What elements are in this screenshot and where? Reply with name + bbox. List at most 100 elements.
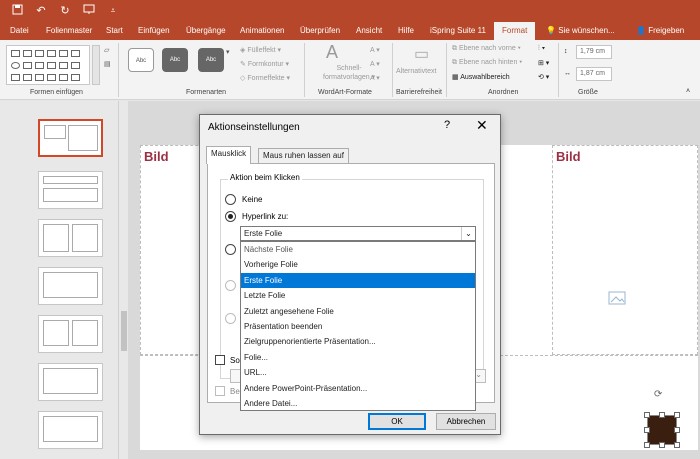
right-placeholder[interactable] (552, 145, 698, 355)
radio-run-program[interactable] (225, 244, 236, 255)
resize-handle[interactable] (644, 412, 650, 418)
group-objects-icon[interactable]: ⊞ ▾ (538, 59, 549, 67)
wordart-a-icon[interactable]: A (326, 42, 338, 63)
send-backward-label: Ebene nach hinten (458, 59, 518, 66)
list-item[interactable]: Vorherige Folie (241, 257, 475, 272)
list-item[interactable]: Andere PowerPoint-Präsentation... (241, 381, 475, 396)
undo-icon[interactable]: ↶ (34, 4, 48, 19)
radio-object-action[interactable] (225, 313, 236, 324)
hyperlink-select[interactable]: Erste Folie ⌄ (240, 226, 476, 241)
resize-handle[interactable] (659, 442, 665, 448)
shapes-gallery-scroll[interactable] (92, 45, 100, 85)
radio-keine[interactable] (225, 194, 236, 205)
highlight-click-checkbox[interactable] (215, 386, 225, 396)
list-item[interactable]: Zielgruppenorientierte Präsentation... (241, 334, 475, 349)
tab-einfuegen[interactable]: Einfügen (138, 22, 170, 40)
list-item[interactable]: Nächste Folie (241, 242, 475, 257)
rotate-handle-icon[interactable]: ⟳ (654, 389, 662, 400)
list-item[interactable]: URL... (241, 365, 475, 380)
thumbnail-layout-1[interactable] (38, 119, 103, 157)
help-button[interactable]: ? (444, 119, 450, 131)
effects-label: Formeffekte (247, 75, 285, 82)
fill-button[interactable]: ◈ Fülleffekt ▾ (240, 46, 281, 54)
rotate-icon[interactable]: ⟲ ▾ (538, 73, 549, 81)
present-icon[interactable] (82, 4, 96, 19)
resize-handle[interactable] (644, 442, 650, 448)
shape-style-2[interactable]: Abc (162, 48, 188, 72)
tab-ueberpruefen[interactable]: Überprüfen (300, 22, 340, 40)
tab-ispring[interactable]: iSpring Suite 11 (430, 22, 486, 40)
thumbnail-scrollbar[interactable] (118, 101, 128, 459)
save-icon[interactable] (10, 4, 24, 19)
thumbnail-layout-2[interactable] (38, 171, 103, 209)
list-item[interactable]: Präsentation beenden (241, 319, 475, 334)
width-field[interactable]: 1,87 cm (576, 67, 612, 81)
close-icon[interactable]: ✕ (476, 117, 488, 134)
thumbnail-layout-5[interactable] (38, 315, 103, 353)
text-effects-icon[interactable]: A ▾ (370, 74, 380, 82)
text-outline-icon[interactable]: A ▾ (370, 60, 380, 68)
customize-qat-icon[interactable]: ⩡ (106, 4, 120, 19)
list-item[interactable]: Zuletzt angesehene Folie (241, 304, 475, 319)
send-backward-button[interactable]: ⧉ Ebene nach hinten ▾ (452, 59, 522, 67)
thumbnail-layout-7[interactable] (38, 411, 103, 449)
align-icon[interactable]: ⫶ ▾ (538, 45, 545, 53)
height-field[interactable]: 1,79 cm (576, 45, 612, 59)
style-gallery-more-icon[interactable]: ▾ (226, 48, 230, 56)
list-item[interactable]: Folie... (241, 350, 475, 365)
textbox-icon[interactable]: ▤ (104, 60, 111, 68)
play-sound-checkbox[interactable] (215, 355, 225, 365)
tab-folienmaster[interactable]: Folienmaster (46, 22, 92, 40)
tab-animationen[interactable]: Animationen (240, 22, 284, 40)
tab-maus-ruhen[interactable]: Maus ruhen lassen auf (258, 148, 349, 163)
cancel-button[interactable]: Abbrechen (436, 413, 496, 430)
ribbon: ▱ ▤ Formen einfügen Abc Abc Abc ▾ ◈ Füll… (0, 40, 700, 100)
resize-handle[interactable] (674, 442, 680, 448)
share-button[interactable]: 👤 Freigeben (636, 22, 684, 40)
thumbnail-layout-3[interactable] (38, 219, 103, 257)
tab-ansicht[interactable]: Ansicht (356, 22, 382, 40)
thumbnail-layout-6[interactable] (38, 363, 103, 401)
tab-start[interactable]: Start (106, 22, 123, 40)
resize-handle[interactable] (659, 412, 665, 418)
redo-icon[interactable]: ↻ (58, 4, 72, 19)
list-item[interactable]: Letzte Folie (241, 288, 475, 303)
shape-style-3[interactable]: Abc (198, 48, 224, 72)
picture-placeholder-icon[interactable] (608, 291, 626, 309)
thumbnail-layout-4[interactable] (38, 267, 103, 305)
hyperlink-dropdown-list: Nächste Folie Vorherige Folie Erste Foli… (240, 241, 476, 411)
tell-me-box[interactable]: 💡 Sie wünschen... (546, 22, 615, 40)
alt-text-icon[interactable]: ▭ (414, 44, 429, 64)
text-fill-icon[interactable]: A ▾ (370, 46, 380, 54)
resize-handle[interactable] (674, 412, 680, 418)
resize-handle[interactable] (644, 427, 650, 433)
tab-hilfe[interactable]: Hilfe (398, 22, 414, 40)
list-item-highlighted[interactable]: Erste Folie (241, 272, 475, 289)
outline-button[interactable]: ✎ Formkontur ▾ (240, 60, 289, 68)
collapse-ribbon-icon[interactable]: ˄ (686, 88, 690, 95)
group-label-wordart: WordArt-Formate (318, 89, 372, 96)
selection-pane-button[interactable]: ▦ Auswahlbereich (452, 73, 510, 81)
ok-button[interactable]: OK (368, 413, 426, 430)
height-icon: ↕ (564, 48, 568, 55)
quick-styles-button[interactable]: Schnell- formatvorlagen ▾ (323, 64, 375, 82)
tab-uebergaenge[interactable]: Übergänge (186, 22, 226, 40)
thumbnail-scrollbar-thumb[interactable] (121, 311, 127, 351)
alt-text-button[interactable]: Alternativtext (396, 68, 436, 75)
shape-style-1[interactable]: Abc (128, 48, 154, 72)
effects-button[interactable]: ◇ Formeffekte ▾ (240, 74, 290, 82)
resize-handle[interactable] (674, 427, 680, 433)
radio-run-macro[interactable] (225, 280, 236, 291)
bring-forward-button[interactable]: ⧉ Ebene nach vorne ▾ (452, 45, 521, 53)
tab-mausklick[interactable]: Mausklick (206, 146, 252, 164)
selected-shape[interactable] (644, 412, 680, 448)
edit-shape-icon[interactable]: ▱ (104, 46, 109, 54)
fill-label: Fülleffekt (247, 47, 276, 54)
radio-hyperlink[interactable] (225, 211, 236, 222)
chevron-down-icon[interactable]: ⌄ (461, 227, 475, 240)
tab-datei[interactable]: Datei (10, 22, 29, 40)
selection-pane-label: Auswahlbereich (460, 74, 510, 81)
shapes-gallery[interactable] (6, 45, 90, 85)
list-item[interactable]: Andere Datei... (241, 396, 475, 411)
tab-format[interactable]: Format (494, 22, 536, 40)
